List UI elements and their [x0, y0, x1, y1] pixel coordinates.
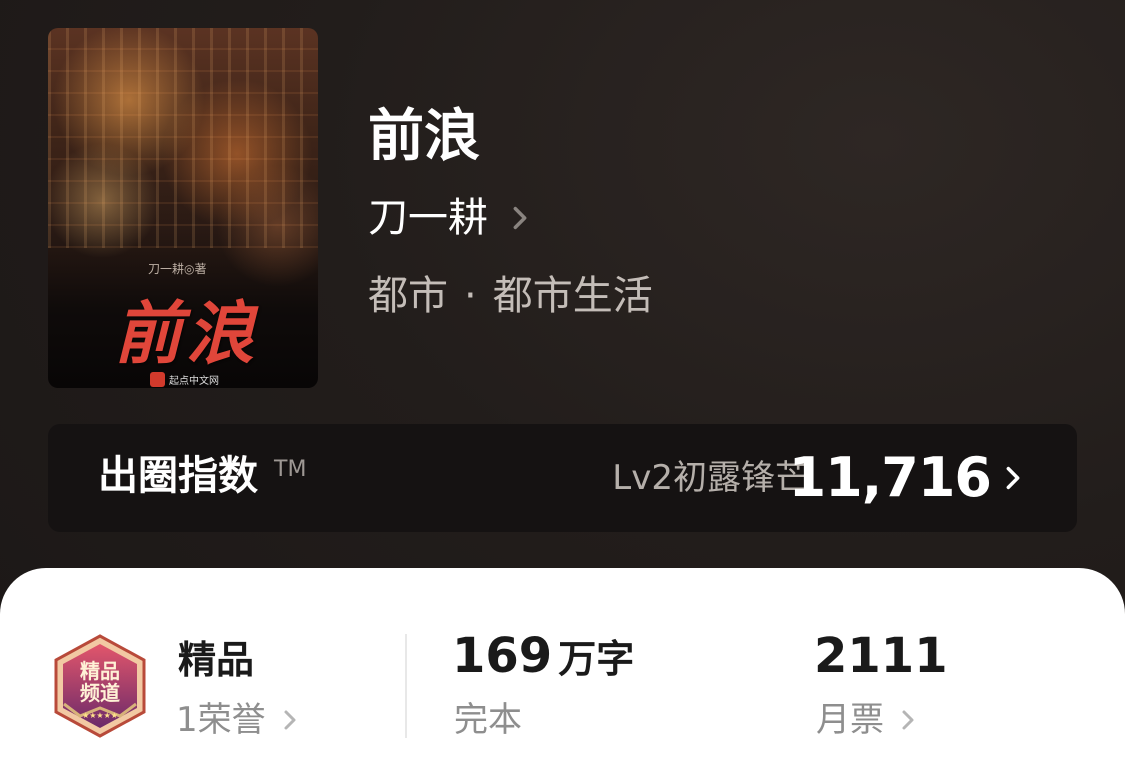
index-level: Lv2初露锋芒: [612, 458, 809, 498]
monthly-votes-count: 2111: [814, 628, 948, 684]
book-title: 前浪: [368, 103, 480, 169]
cover-city-lights: [48, 28, 318, 248]
genre-separator: ·: [464, 273, 477, 319]
word-count: 169 万字: [452, 628, 634, 687]
index-score: 11,716: [788, 446, 992, 509]
honors-link[interactable]: 1荣誉: [176, 696, 302, 744]
word-count-number: 169: [452, 628, 553, 684]
author-link[interactable]: 刀一耕: [368, 190, 534, 246]
stats-card: 精品 频道 ★★★★★ 精品 1荣誉 169 万字 完本 2111 月票: [0, 568, 1125, 782]
word-count-unit: 万字: [558, 637, 635, 681]
cover-author-text: 刀一耕◎著: [148, 262, 207, 276]
svg-text:★★★★★: ★★★★★: [82, 711, 118, 720]
status-text: 完本: [454, 700, 522, 740]
author-name: 刀一耕: [368, 195, 488, 241]
trademark-label: TM: [274, 457, 307, 482]
cover-publisher-text: 起点中文网: [169, 376, 219, 387]
premium-channel-badge-icon[interactable]: 精品 频道 ★★★★★: [50, 634, 150, 738]
chevron-right-icon: [513, 206, 527, 230]
influence-index-bar[interactable]: 出圈指数 TM Lv2初露锋芒 11,716: [48, 424, 1077, 532]
cover-publisher: 起点中文网: [150, 372, 219, 387]
premium-label: 精品: [178, 638, 255, 682]
chevron-right-icon: [284, 710, 296, 730]
index-label: 出圈指数: [98, 453, 258, 499]
svg-text:精品: 精品: [80, 659, 120, 683]
monthly-votes-label: 月票: [816, 700, 884, 740]
genre-sub[interactable]: 都市生活: [493, 268, 653, 324]
svg-text:频道: 频道: [80, 681, 120, 705]
completion-status: 完本: [454, 696, 522, 744]
monthly-votes-link[interactable]: 月票: [816, 696, 920, 744]
chevron-right-icon: [902, 710, 914, 730]
publisher-logo-icon: [150, 372, 165, 387]
book-cover[interactable]: 刀一耕◎著 前浪 起点中文网: [48, 28, 318, 388]
cover-title-text: 前浪: [114, 294, 259, 374]
chevron-right-icon: [1006, 466, 1020, 490]
genre-line: 都市 · 都市生活: [368, 268, 653, 324]
honors-count: 1荣誉: [176, 700, 266, 740]
stat-divider: [405, 634, 407, 738]
genre-main[interactable]: 都市: [368, 268, 448, 324]
